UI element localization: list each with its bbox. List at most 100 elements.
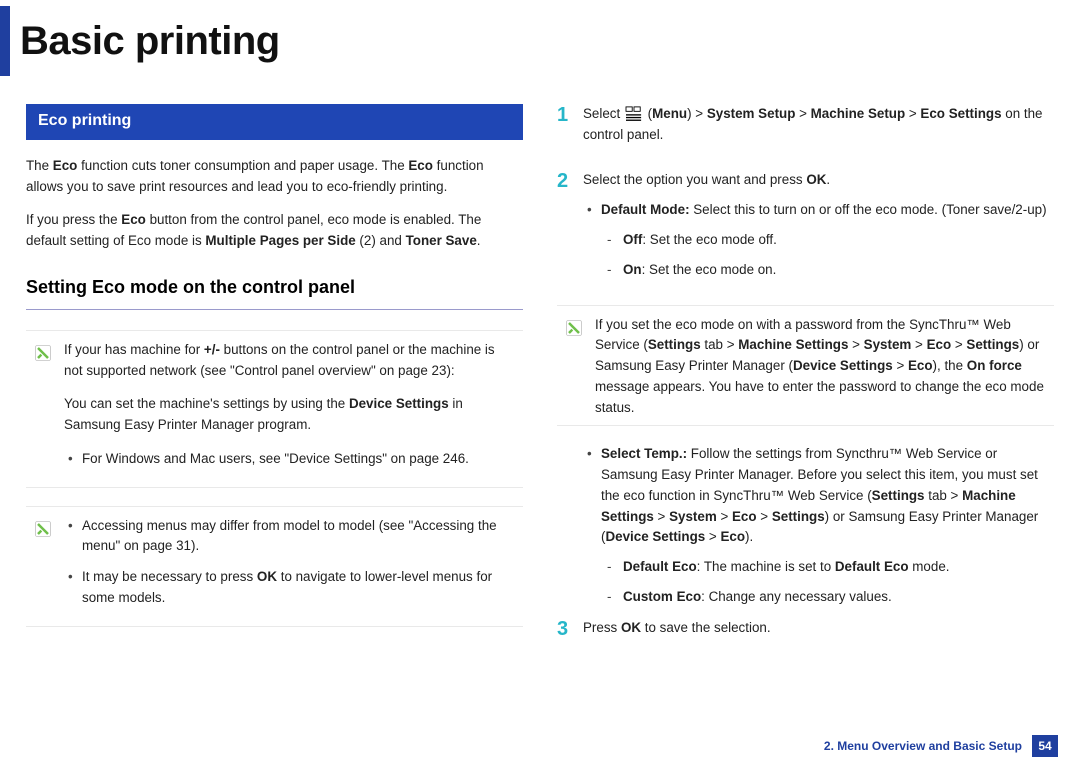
text: ).: [745, 529, 753, 544]
intro-paragraph-1: The Eco function cuts toner consumption …: [26, 156, 523, 198]
note-icon: [563, 317, 585, 339]
text-bold: Machine Settings: [738, 337, 848, 352]
text-bold: Eco Settings: [920, 106, 1001, 121]
text: It may be necessary to press: [82, 569, 257, 584]
text-bold: Select Temp.:: [601, 446, 687, 461]
text: function cuts toner consumption and pape…: [77, 158, 408, 173]
text-bold: System: [669, 509, 717, 524]
text: Select this to turn on or off the eco mo…: [690, 202, 1047, 217]
text: >: [757, 509, 772, 524]
page-footer: 2. Menu Overview and Basic Setup 54: [824, 735, 1058, 757]
intro-paragraph-2: If you press the Eco button from the con…: [26, 210, 523, 252]
text: >: [717, 509, 732, 524]
text: .: [477, 233, 481, 248]
text: tab >: [925, 488, 963, 503]
step-2: 2 Select the option you want and press O…: [557, 170, 1054, 291]
menu-icon: [625, 106, 643, 122]
step2-bullet-default-mode: Default Mode: Select this to turn on or …: [583, 200, 1054, 280]
text: ) >: [687, 106, 707, 121]
note-icon: [32, 342, 54, 364]
title-accent-bar: [0, 6, 10, 76]
text-bold: Off: [623, 232, 642, 247]
text-bold: System Setup: [707, 106, 796, 121]
text-bold: On: [623, 262, 642, 277]
text-bold: On force: [967, 358, 1022, 373]
text: Select: [583, 106, 624, 121]
step2-dash-custom-eco: Custom Eco: Change any necessary values.: [601, 587, 1054, 608]
text-bold: Default Mode:: [601, 202, 690, 217]
step2-text: Select the option you want and press OK.: [583, 170, 1054, 191]
text: If your has machine for: [64, 342, 204, 357]
subheading-setting-eco: Setting Eco mode on the control panel: [26, 274, 523, 310]
text-bold: Eco: [908, 358, 933, 373]
text-bold: OK: [806, 172, 826, 187]
text: >: [848, 337, 863, 352]
step-number: 1: [557, 104, 583, 156]
text: to save the selection.: [641, 620, 771, 635]
text-bold: Settings: [648, 337, 701, 352]
text: >: [795, 106, 810, 121]
text-bold: Settings: [772, 509, 825, 524]
text-bold: Device Settings: [793, 358, 893, 373]
step2-continued: Select Temp.: Follow the settings from S…: [583, 444, 1054, 607]
text-bold: Device Settings: [349, 396, 449, 411]
text: : The machine is set to: [697, 559, 835, 574]
text-bold: Device Settings: [605, 529, 705, 544]
text-bold: Settings: [872, 488, 925, 503]
text-bold: OK: [621, 620, 641, 635]
step2-bullet-select-temp: Select Temp.: Follow the settings from S…: [583, 444, 1054, 607]
footer-chapter: 2. Menu Overview and Basic Setup: [824, 737, 1022, 756]
text-bold: Default Eco: [623, 559, 697, 574]
note1-p1: If your has machine for +/- buttons on t…: [64, 340, 513, 382]
page-title-wrap: Basic printing: [0, 6, 1080, 76]
text-bold: Custom Eco: [623, 589, 701, 604]
note-box-2: Accessing menus may differ from model to…: [26, 506, 523, 627]
text-bold: Eco: [408, 158, 433, 173]
text-bold: Eco: [720, 529, 745, 544]
text: You can set the machine's settings by us…: [64, 396, 349, 411]
page-title: Basic printing: [20, 6, 280, 76]
text: : Change any necessary values.: [701, 589, 892, 604]
text: If you press the: [26, 212, 121, 227]
text-bold: Eco: [927, 337, 952, 352]
step1-text: Select (Menu) > System Setup > Machine S…: [583, 104, 1054, 146]
text-bold: Default Eco: [835, 559, 909, 574]
note-icon: [32, 518, 54, 540]
text: >: [705, 529, 720, 544]
note-box-1: If your has machine for +/- buttons on t…: [26, 330, 523, 488]
step2-dash-default-eco: Default Eco: The machine is set to Defau…: [601, 557, 1054, 578]
note3-text: If you set the eco mode on with a passwo…: [595, 315, 1044, 419]
text: >: [654, 509, 669, 524]
step3-text: Press OK to save the selection.: [583, 618, 1054, 639]
text-bold: Eco: [53, 158, 78, 173]
text: The: [26, 158, 53, 173]
note2-bullet2: It may be necessary to press OK to navig…: [64, 567, 513, 609]
note1-bullet: For Windows and Mac users, see "Device S…: [64, 449, 513, 470]
text-bold: Machine Setup: [811, 106, 906, 121]
step-1: 1 Select (Menu) > System Setup > Machine…: [557, 104, 1054, 156]
text: >: [951, 337, 966, 352]
text-bold: System: [864, 337, 912, 352]
text: ), the: [933, 358, 967, 373]
note-box-3: If you set the eco mode on with a passwo…: [557, 305, 1054, 427]
text-bold: Eco: [121, 212, 146, 227]
text: >: [893, 358, 908, 373]
text: mode.: [909, 559, 950, 574]
text-bold: Toner Save: [406, 233, 477, 248]
text: (: [644, 106, 652, 121]
text-bold: OK: [257, 569, 277, 584]
text: (2) and: [356, 233, 406, 248]
step-3: 3 Press OK to save the selection.: [557, 618, 1054, 649]
text: .: [826, 172, 830, 187]
text: message appears. You have to enter the p…: [595, 379, 1044, 415]
text-bold: Menu: [652, 106, 687, 121]
text-bold: +/-: [204, 342, 220, 357]
footer-page-number: 54: [1032, 735, 1058, 757]
step-number: 2: [557, 170, 583, 291]
text: : Set the eco mode off.: [642, 232, 777, 247]
text: tab >: [701, 337, 739, 352]
text: >: [911, 337, 926, 352]
text-bold: Settings: [966, 337, 1019, 352]
text-bold: Multiple Pages per Side: [205, 233, 355, 248]
text: Select the option you want and press: [583, 172, 806, 187]
